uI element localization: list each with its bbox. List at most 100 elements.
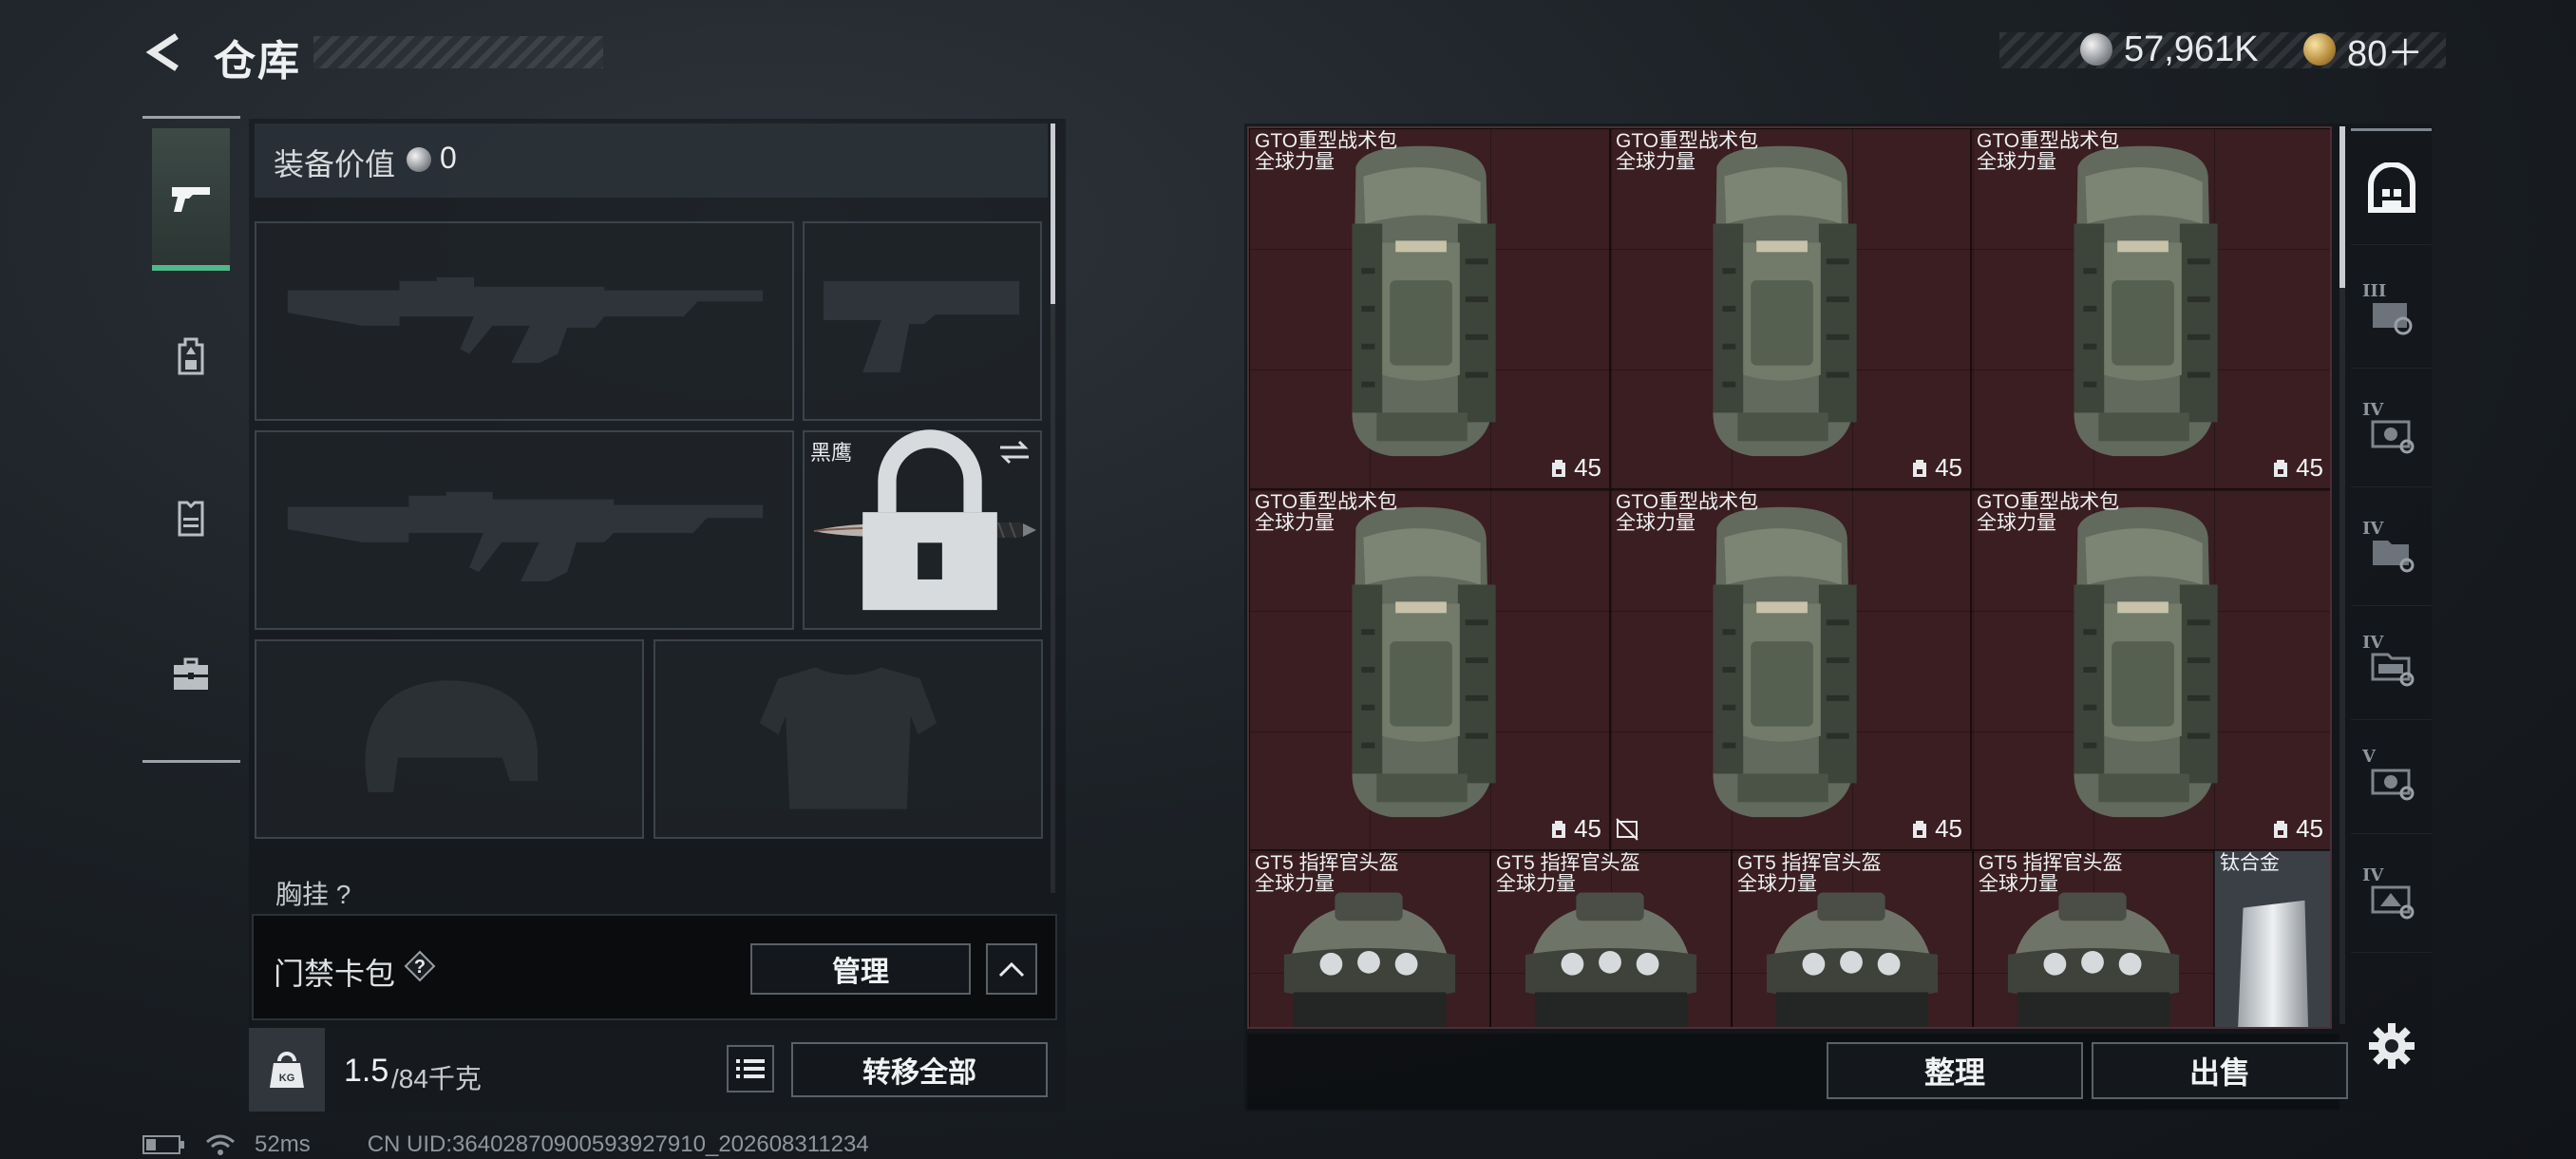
backpack-item-icon bbox=[1250, 490, 1609, 849]
item-name: GT5 指挥官头盔 全球力量 bbox=[1979, 852, 2123, 895]
currency-silver[interactable]: 57,961K bbox=[2080, 28, 2259, 70]
backpack-item-icon bbox=[1972, 490, 2331, 849]
tab-case-tier-iv-c[interactable]: IV bbox=[2351, 608, 2432, 720]
item-name: GTO重型战术包 全球力量 bbox=[1255, 130, 1398, 173]
item-name: GTO重型战术包 全球力量 bbox=[1977, 130, 2120, 173]
tier-label: V bbox=[2362, 747, 2376, 767]
tab-toolbox[interactable] bbox=[152, 603, 230, 746]
currency-gold[interactable]: 80＋ bbox=[2303, 28, 2423, 74]
list-icon bbox=[736, 1059, 765, 1078]
tab-case-tier-iv-d[interactable]: IV bbox=[2351, 841, 2432, 953]
stash-item-helmet[interactable]: GT5 指挥官头盔 全球力量 bbox=[1973, 850, 2214, 1027]
item-name: GT5 指挥官头盔 全球力量 bbox=[1496, 852, 1640, 895]
backpack-item-icon bbox=[1250, 129, 1609, 488]
silver-coin-icon bbox=[407, 147, 431, 172]
silver-coin-amount: 57,961K bbox=[2124, 28, 2259, 69]
item-level: 45 bbox=[1548, 814, 1601, 844]
tab-case-tier-v[interactable]: V bbox=[2351, 722, 2432, 834]
collapse-button[interactable] bbox=[986, 943, 1037, 995]
svg-text:?: ? bbox=[414, 957, 426, 978]
stash-item-backpack[interactable]: GTO重型战术包 全球力量 45 bbox=[1971, 128, 2331, 489]
item-name: GTO重型战术包 全球力量 bbox=[1616, 130, 1759, 173]
no-insurance-icon bbox=[1616, 818, 1638, 841]
pistol-silhouette-icon bbox=[824, 280, 1020, 372]
backpack-item-icon bbox=[1972, 129, 2331, 488]
item-level: 45 bbox=[2270, 814, 2323, 844]
weight-icon-box: KG bbox=[249, 1028, 325, 1112]
stash-scroll-thumb[interactable] bbox=[2339, 126, 2345, 288]
chevron-up-icon bbox=[998, 961, 1025, 978]
backpack-icon bbox=[178, 337, 204, 375]
toolbox-icon bbox=[174, 657, 208, 690]
rail-divider-bottom bbox=[142, 760, 240, 763]
stash-item-backpack[interactable]: GTO重型战术包 全球力量 45 bbox=[1249, 489, 1610, 850]
wifi-icon bbox=[206, 1134, 235, 1155]
stash-grid: GTO重型战术包 全球力量 45 GTO重型战术包 全球力量 45 GTO重型战术包… bbox=[1247, 126, 2332, 1029]
battery-icon bbox=[142, 1135, 184, 1154]
silver-coin-icon bbox=[2080, 33, 2112, 66]
item-name: GTO重型战术包 全球力量 bbox=[1255, 491, 1398, 534]
list-view-button[interactable] bbox=[727, 1045, 774, 1092]
equipment-value-amount: 0 bbox=[440, 141, 457, 175]
tab-stash-home[interactable] bbox=[2351, 133, 2432, 245]
gold-coin-amount: 80＋ bbox=[2347, 33, 2424, 74]
stash-item-backpack[interactable]: GTO重型战术包 全球力量 45 bbox=[1971, 489, 2331, 850]
settings-gear-icon[interactable] bbox=[2365, 1019, 2418, 1073]
tier-label: IV bbox=[2362, 633, 2384, 653]
tab-vest[interactable] bbox=[152, 446, 230, 589]
tab-case-tier-iii[interactable]: III bbox=[2351, 256, 2432, 369]
stash-item-backpack[interactable]: GTO重型战术包 全球力量 45 bbox=[1249, 128, 1610, 489]
status-bar: 52ms CN UID:3640287090059392791​0_202608… bbox=[142, 1130, 869, 1159]
sell-button[interactable]: 出售 bbox=[2092, 1042, 2348, 1099]
tab-case-tier-iv[interactable]: IV bbox=[2351, 375, 2432, 487]
stash-item-backpack[interactable]: GTO重型战术包 全球力量 45 bbox=[1610, 489, 1971, 850]
manage-button[interactable]: 管理 bbox=[750, 943, 971, 995]
stash-home-icon bbox=[2367, 162, 2415, 213]
slot-primary-weapon-2[interactable] bbox=[255, 430, 794, 630]
help-icon[interactable]: ? bbox=[404, 950, 436, 982]
tier-label: IV bbox=[2362, 519, 2384, 539]
slot-helmet[interactable] bbox=[255, 639, 644, 839]
backpack-level-icon bbox=[1909, 819, 1930, 840]
item-name: 钛合金 bbox=[2220, 852, 2280, 874]
stash-item-helmet[interactable]: GT5 指挥官头盔 全球力量 bbox=[1249, 850, 1490, 1027]
slot-primary-weapon-1[interactable] bbox=[255, 221, 794, 421]
tab-weapons[interactable] bbox=[152, 128, 230, 271]
transfer-all-button[interactable]: 转移全部 bbox=[791, 1042, 1048, 1097]
item-name: GT5 指挥官头盔 全球力量 bbox=[1255, 852, 1399, 895]
svg-text:KG: KG bbox=[279, 1073, 295, 1084]
weight-capacity: /84千克 bbox=[391, 1064, 482, 1093]
slot-melee[interactable]: 黑鹰 bbox=[803, 429, 1042, 630]
tab-case-tier-iv-b[interactable]: IV bbox=[2351, 494, 2432, 606]
rifle-silhouette-icon bbox=[287, 276, 764, 364]
stash-item-material[interactable]: 钛合金 bbox=[2214, 850, 2330, 1027]
backpack-item-icon bbox=[1611, 129, 1970, 488]
weight-current: 1.5 bbox=[344, 1053, 389, 1089]
slot-body-armor[interactable] bbox=[653, 639, 1043, 839]
rail-divider-top bbox=[142, 116, 240, 119]
gold-coin-icon bbox=[2303, 33, 2336, 66]
helmet-silhouette-icon bbox=[365, 680, 539, 792]
sort-button[interactable]: 整理 bbox=[1827, 1042, 2083, 1099]
tier-label: IV bbox=[2362, 865, 2384, 885]
tab-backpack[interactable] bbox=[152, 285, 230, 428]
backpack-level-icon bbox=[1548, 458, 1569, 479]
armor-silhouette-icon bbox=[759, 667, 938, 809]
vest-icon bbox=[178, 501, 204, 537]
rifle-silhouette-icon bbox=[287, 491, 764, 581]
back-arrow-icon[interactable] bbox=[142, 30, 186, 74]
stash-item-helmet[interactable]: GT5 指挥官头盔 全球力量 bbox=[1490, 850, 1732, 1027]
slot-sidearm[interactable] bbox=[803, 221, 1042, 421]
backpack-level-icon bbox=[1548, 819, 1569, 840]
backpack-item-icon bbox=[1611, 490, 1970, 849]
title-decoration bbox=[313, 36, 603, 68]
user-uid: CN UID:3640287090059392791​0_20260831123… bbox=[367, 1131, 869, 1157]
stash-item-helmet[interactable]: GT5 指挥官头盔 全球力量 bbox=[1732, 850, 1973, 1027]
equipment-scroll-thumb[interactable] bbox=[1051, 124, 1055, 304]
stash-item-backpack[interactable]: GTO重型战术包 全球力量 45 bbox=[1610, 128, 1971, 489]
equipment-value-label: 装备价值 bbox=[274, 147, 396, 181]
item-name: GTO重型战术包 全球力量 bbox=[1616, 491, 1759, 534]
chest-rig-label: 胸挂 ? bbox=[275, 880, 351, 909]
lock-icon bbox=[862, 429, 997, 611]
backpack-level-icon bbox=[2270, 819, 2291, 840]
